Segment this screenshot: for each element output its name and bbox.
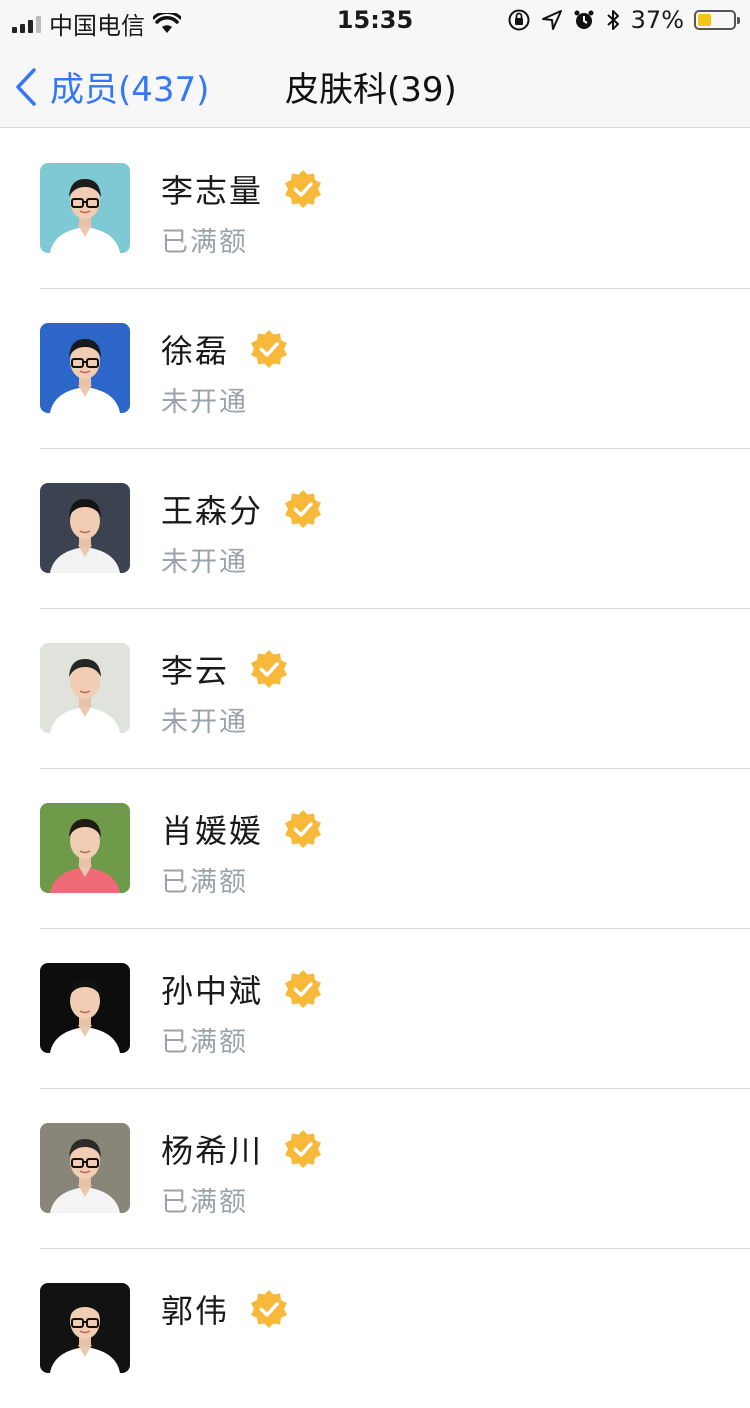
battery-icon [694, 10, 740, 30]
battery-level [698, 14, 711, 26]
member-list: 李志量 已满额 徐磊 未开通 王森分 未开通 李云 未开通 肖媛媛 已满额 孙中斌 已满额 杨希川 已满额… [0, 128, 750, 1408]
bluetooth-icon [606, 10, 619, 30]
avatar[interactable] [40, 323, 130, 413]
member-row[interactable]: 肖媛媛 已满额 [0, 768, 750, 928]
battery-percent: 37% [630, 6, 684, 34]
orientation-lock-icon [508, 9, 530, 31]
member-row[interactable]: 李云 未开通 [0, 608, 750, 768]
member-row[interactable]: 杨希川 已满额 [0, 1088, 750, 1248]
member-name: 杨希川 [161, 1132, 264, 1170]
member-status: 已满额 [161, 1027, 248, 1058]
name-line: 杨希川 [161, 1126, 323, 1172]
member-status: 未开通 [161, 707, 248, 738]
name-line: 郭伟 [161, 1286, 289, 1332]
member-row[interactable]: 李志量 已满额 [0, 128, 750, 288]
name-line: 孙中斌 [161, 966, 323, 1012]
back-label: 成员(437) [50, 70, 210, 110]
location-icon [541, 10, 562, 30]
member-row[interactable]: 郭伟 [0, 1248, 750, 1408]
avatar[interactable] [40, 803, 130, 893]
name-line: 肖媛媛 [161, 806, 323, 852]
chevron-left-icon [16, 67, 36, 106]
verified-badge-icon [251, 1290, 288, 1328]
member-name: 徐磊 [161, 332, 230, 370]
name-line: 王森分 [161, 486, 323, 532]
avatar[interactable] [40, 1123, 130, 1213]
member-status: 已满额 [161, 867, 248, 898]
back-button[interactable]: 成员(437) [14, 62, 209, 111]
alarm-icon [574, 10, 594, 29]
member-status: 未开通 [161, 547, 248, 578]
member-name: 李云 [161, 652, 230, 690]
avatar[interactable] [40, 163, 130, 253]
status-right: 37% [507, 6, 740, 34]
member-name: 王森分 [161, 492, 264, 530]
member-row[interactable]: 徐磊 未开通 [0, 288, 750, 448]
avatar[interactable] [40, 643, 130, 733]
avatar[interactable] [40, 1283, 130, 1373]
verified-badge-icon [285, 170, 322, 208]
member-name: 肖媛媛 [161, 812, 264, 850]
status-bar: 中国电信 15:35 37% [0, 0, 750, 40]
member-status: 未开通 [161, 387, 248, 418]
navigation-bar: 成员(437) 皮肤科(39) [0, 40, 750, 128]
verified-badge-icon [251, 330, 288, 368]
member-status: 已满额 [161, 227, 248, 258]
verified-badge-icon [285, 1130, 322, 1168]
member-row[interactable]: 王森分 未开通 [0, 448, 750, 608]
name-line: 徐磊 [161, 326, 289, 372]
member-name: 孙中斌 [161, 972, 264, 1010]
avatar[interactable] [40, 963, 130, 1053]
member-name: 李志量 [161, 172, 264, 210]
avatar[interactable] [40, 483, 130, 573]
page-title: 皮肤科(39) [285, 70, 457, 110]
name-line: 李志量 [161, 166, 323, 212]
name-line: 李云 [161, 646, 289, 692]
verified-badge-icon [285, 810, 322, 848]
member-status: 已满额 [161, 1187, 248, 1218]
member-row[interactable]: 孙中斌 已满额 [0, 928, 750, 1088]
member-name: 郭伟 [161, 1292, 230, 1330]
verified-badge-icon [251, 650, 288, 688]
verified-badge-icon [285, 490, 322, 528]
verified-badge-icon [285, 970, 322, 1008]
